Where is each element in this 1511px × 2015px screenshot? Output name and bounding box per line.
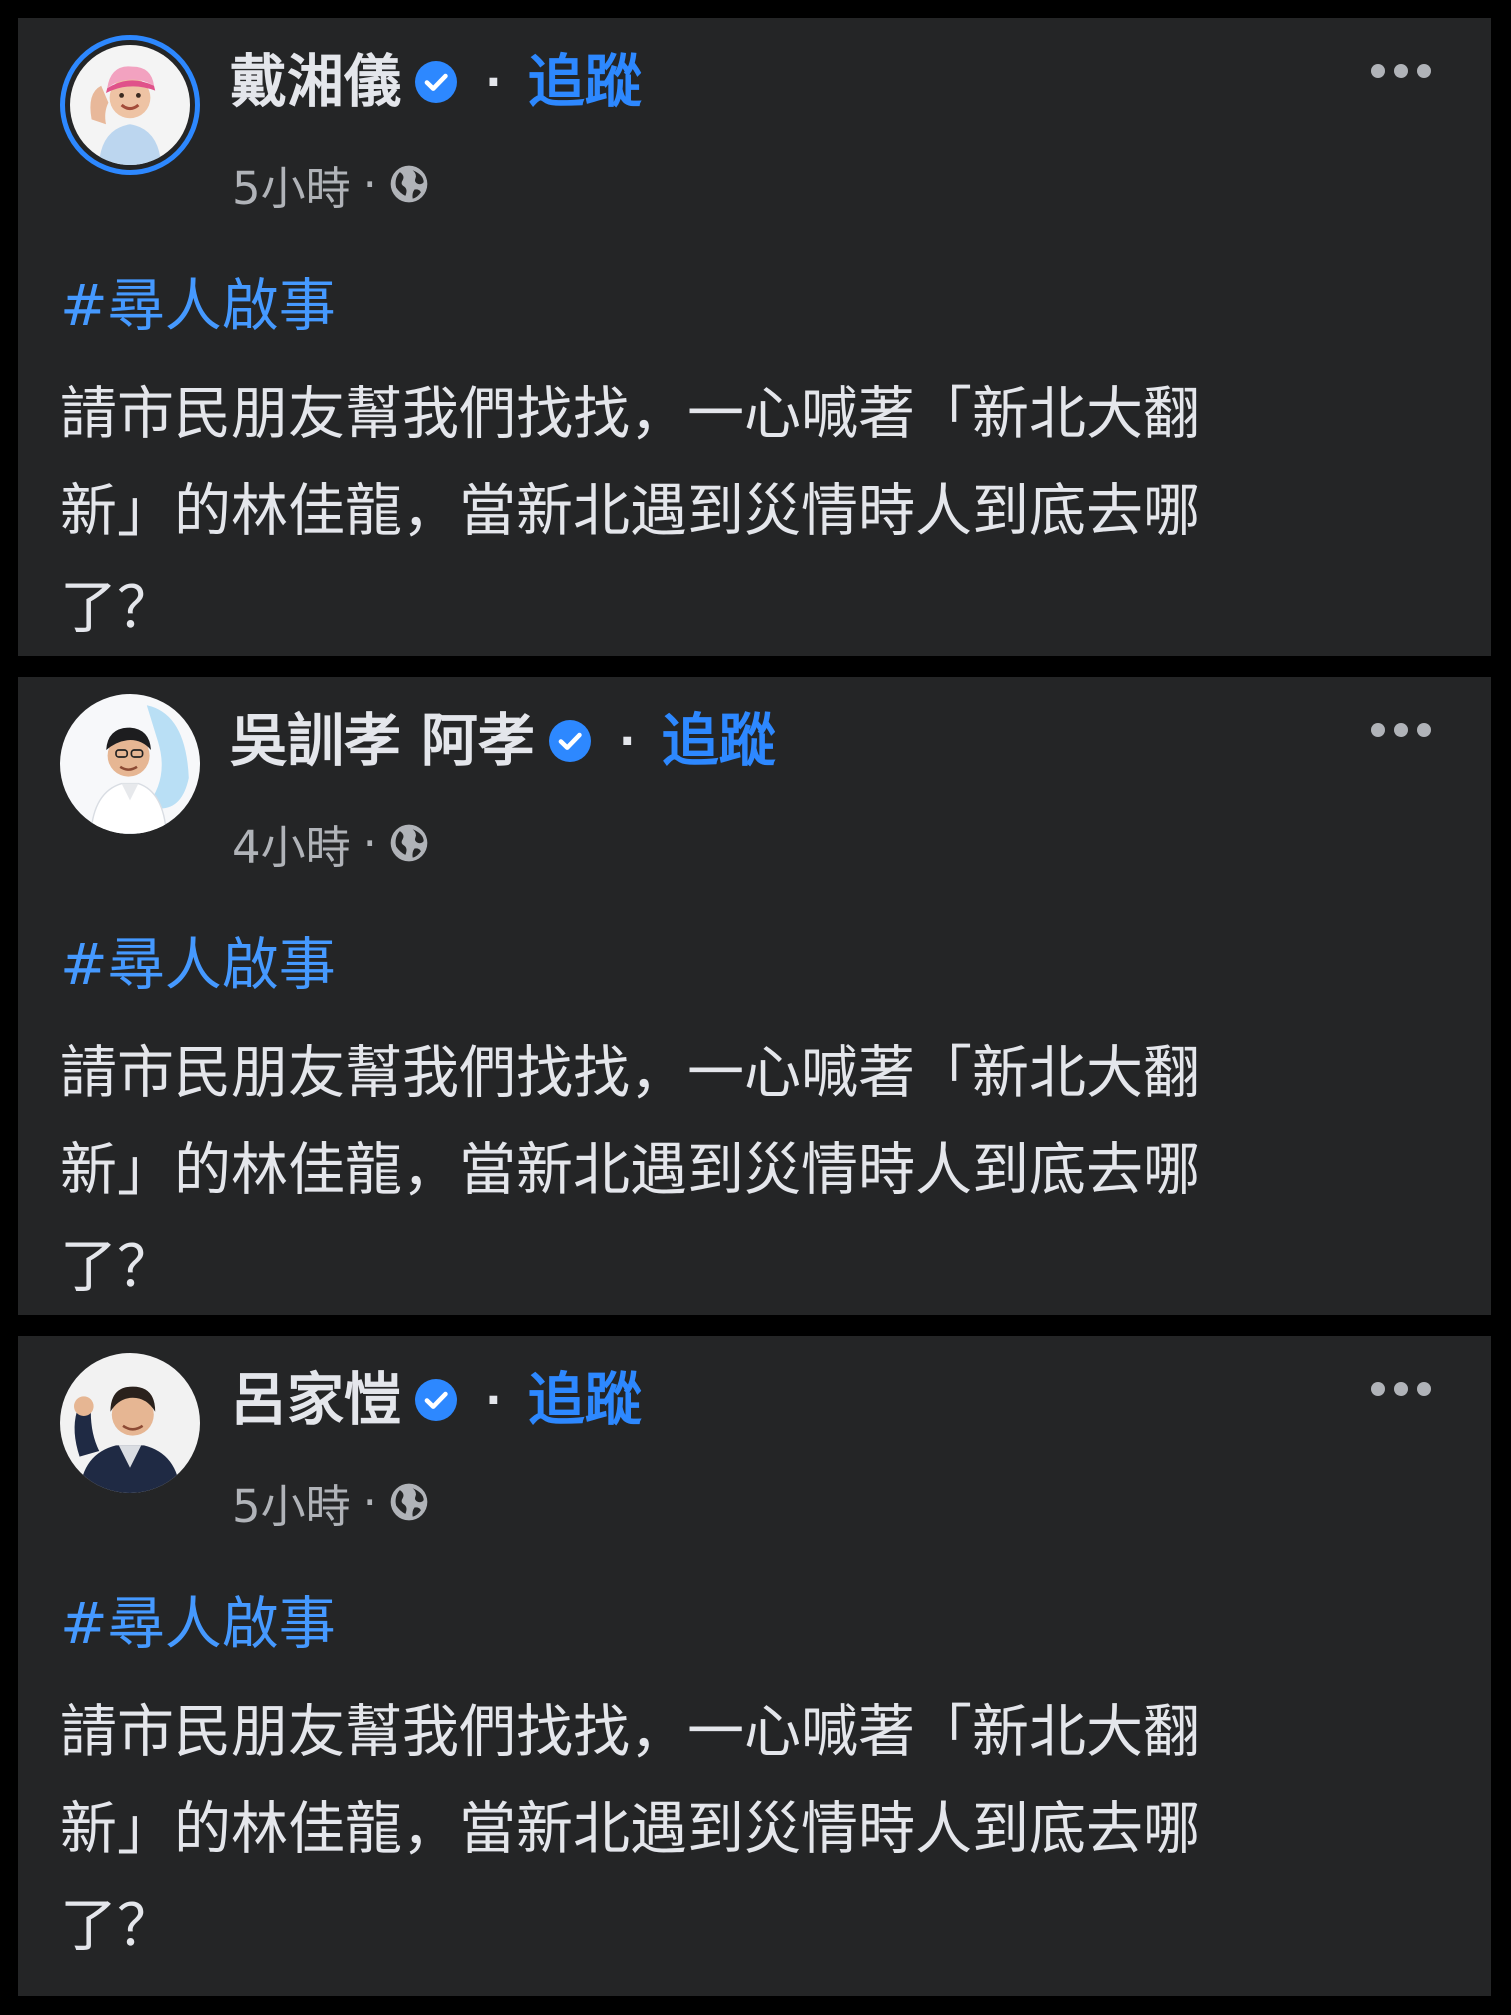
- post-body-line: 了？: [60, 1893, 174, 1959]
- follow-button[interactable]: 追蹤: [662, 712, 776, 770]
- post-meta: 5小時 ·: [232, 152, 431, 217]
- post-card: 戴湘儀 · 追蹤 5小時 · #尋人啟事 請市民朋友幫我們找找，一心喊著「新北大…: [18, 18, 1491, 656]
- avatar[interactable]: [60, 1353, 200, 1493]
- post-body: 請市民朋友幫我們找找，一心喊著「新北大翻 新」的林佳龍，當新北遇到災情時人到底去…: [60, 1025, 1380, 1316]
- meta-separator: ·: [362, 157, 377, 211]
- timestamp[interactable]: 4小時: [232, 811, 351, 876]
- meta-separator: ·: [362, 816, 377, 870]
- post-header: 戴湘儀 · 追蹤: [230, 44, 642, 120]
- hashtag-link[interactable]: #尋人啟事: [60, 268, 336, 344]
- author-name[interactable]: 戴湘儀: [230, 53, 401, 111]
- meta-separator: ·: [362, 1475, 377, 1529]
- avatar-image: [60, 694, 200, 834]
- post-card: 呂家愷 · 追蹤 5小時 · #尋人啟事 請市民朋友幫我們找找，一心喊著「新北大…: [18, 1336, 1491, 1996]
- post-meta: 5小時 ·: [232, 1470, 431, 1535]
- timestamp[interactable]: 5小時: [232, 152, 351, 217]
- post-header: 吳訓孝 阿孝 · 追蹤: [230, 703, 776, 779]
- more-options-icon[interactable]: [1366, 1374, 1436, 1404]
- post-body-line: 新」的林佳龍，當新北遇到災情時人到底去哪: [60, 1796, 1200, 1862]
- post-body-line: 了？: [60, 575, 174, 641]
- more-options-icon[interactable]: [1366, 715, 1436, 745]
- post-body: 請市民朋友幫我們找找，一心喊著「新北大翻 新」的林佳龍，當新北遇到災情時人到底去…: [60, 366, 1380, 657]
- post-body-line: 請市民朋友幫我們找找，一心喊著「新北大翻: [60, 1040, 1200, 1106]
- post-body-line: 請市民朋友幫我們找找，一心喊著「新北大翻: [60, 1699, 1200, 1765]
- globe-icon[interactable]: [387, 162, 431, 206]
- more-options-icon[interactable]: [1366, 56, 1436, 86]
- post-meta: 4小時 ·: [232, 811, 431, 876]
- post-header: 呂家愷 · 追蹤: [230, 1362, 642, 1438]
- header-separator: ·: [485, 56, 502, 108]
- post-body-line: 了？: [60, 1234, 174, 1300]
- author-name[interactable]: 呂家愷: [230, 1371, 401, 1429]
- post-card: 吳訓孝 阿孝 · 追蹤 4小時 · #尋人啟事 請市民朋友幫我們找找，一心喊著「…: [18, 677, 1491, 1315]
- timestamp[interactable]: 5小時: [232, 1470, 351, 1535]
- verified-badge-icon: [415, 61, 457, 103]
- follow-button[interactable]: 追蹤: [528, 53, 642, 111]
- verified-badge-icon: [548, 720, 591, 762]
- avatar[interactable]: [60, 694, 200, 834]
- header-separator: ·: [618, 715, 636, 767]
- header-separator: ·: [485, 1374, 502, 1426]
- hashtag-link[interactable]: #尋人啟事: [60, 927, 336, 1003]
- follow-button[interactable]: 追蹤: [528, 1371, 642, 1429]
- author-name[interactable]: 吳訓孝 阿孝: [230, 712, 535, 770]
- post-body-line: 請市民朋友幫我們找找，一心喊著「新北大翻: [60, 381, 1200, 447]
- post-body: 請市民朋友幫我們找找，一心喊著「新北大翻 新」的林佳龍，當新北遇到災情時人到底去…: [60, 1684, 1380, 1975]
- hashtag-link[interactable]: #尋人啟事: [60, 1586, 336, 1662]
- avatar-image: [60, 1353, 200, 1493]
- avatar-image: [70, 45, 190, 165]
- globe-icon[interactable]: [387, 821, 431, 865]
- post-body-line: 新」的林佳龍，當新北遇到災情時人到底去哪: [60, 478, 1200, 544]
- verified-badge-icon: [415, 1379, 457, 1421]
- globe-icon[interactable]: [387, 1480, 431, 1524]
- post-body-line: 新」的林佳龍，當新北遇到災情時人到底去哪: [60, 1137, 1200, 1203]
- avatar[interactable]: [60, 35, 200, 175]
